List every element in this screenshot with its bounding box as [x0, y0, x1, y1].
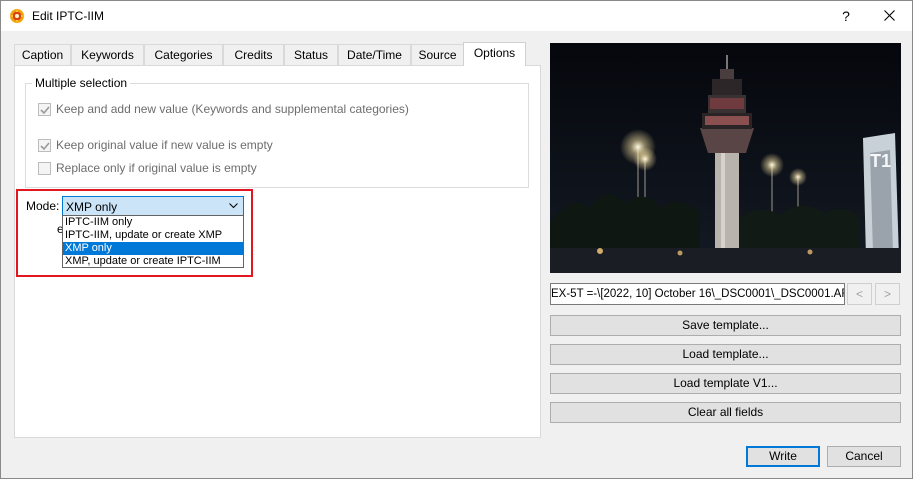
clear-all-fields-button[interactable]: Clear all fields [550, 402, 901, 423]
replace-only-checkbox[interactable] [38, 162, 51, 175]
next-file-button[interactable]: > [875, 283, 900, 305]
write-button[interactable]: Write [746, 446, 820, 467]
title-bar: Edit IPTC-IIM ? [1, 1, 912, 31]
multiple-selection-title: Multiple selection [32, 76, 131, 90]
cancel-button[interactable]: Cancel [827, 446, 901, 467]
close-button[interactable] [867, 1, 913, 31]
help-button[interactable]: ? [829, 1, 863, 31]
mode-option-xmp-update-iptc[interactable]: XMP, update or create IPTC-IIM [63, 255, 243, 268]
keep-and-add-checkbox[interactable] [38, 103, 51, 116]
night-airport-image: T1 [550, 43, 901, 273]
window-title: Edit IPTC-IIM [32, 9, 105, 23]
save-template-button[interactable]: Save template... [550, 315, 901, 336]
keep-original-checkbox[interactable] [38, 139, 51, 152]
mode-dropdown-list: IPTC-IIM only IPTC-IIM, update or create… [62, 215, 244, 268]
chevron-down-icon [229, 203, 238, 209]
checkmark-icon [40, 106, 50, 115]
mode-select-value: XMP only [66, 200, 118, 214]
edit-iptc-dialog: Edit IPTC-IIM ? Caption Keywords Categor… [0, 0, 913, 479]
keep-original-label: Keep original value if new value is empt… [56, 138, 273, 152]
replace-only-label: Replace only if original value is empty [56, 161, 257, 175]
tab-status[interactable]: Status [284, 44, 338, 65]
mode-option-iptc-only[interactable]: IPTC-IIM only [63, 216, 243, 229]
app-logo-icon [10, 9, 24, 23]
mode-label: Mode: [26, 199, 60, 213]
mode-option-iptc-update-xmp[interactable]: IPTC-IIM, update or create XMP [63, 229, 243, 242]
load-template-button[interactable]: Load template... [550, 344, 901, 365]
load-template-v1-button[interactable]: Load template V1... [550, 373, 901, 394]
mode-option-xmp-only[interactable]: XMP only [63, 242, 243, 255]
tab-credits[interactable]: Credits [223, 44, 284, 65]
tab-keywords[interactable]: Keywords [71, 44, 144, 65]
tab-options[interactable]: Options [463, 42, 526, 66]
tab-categories[interactable]: Categories [144, 44, 223, 65]
sign-text: T1 [870, 151, 891, 171]
checkmark-icon [40, 142, 50, 151]
keep-and-add-label: Keep and add new value (Keywords and sup… [56, 102, 409, 116]
close-icon [884, 10, 895, 21]
mode-select[interactable]: XMP only [62, 196, 244, 216]
file-path-text: EX-5T =-\[2022, 10] October 16\_DSC0001\… [551, 288, 845, 300]
tab-source[interactable]: Source [411, 44, 464, 65]
previous-file-button[interactable]: < [847, 283, 872, 305]
tab-caption[interactable]: Caption [14, 44, 71, 65]
file-path-field[interactable]: EX-5T =-\[2022, 10] October 16\_DSC0001\… [550, 283, 845, 305]
photo-preview: T1 [550, 43, 901, 273]
tab-date-time[interactable]: Date/Time [338, 44, 411, 65]
